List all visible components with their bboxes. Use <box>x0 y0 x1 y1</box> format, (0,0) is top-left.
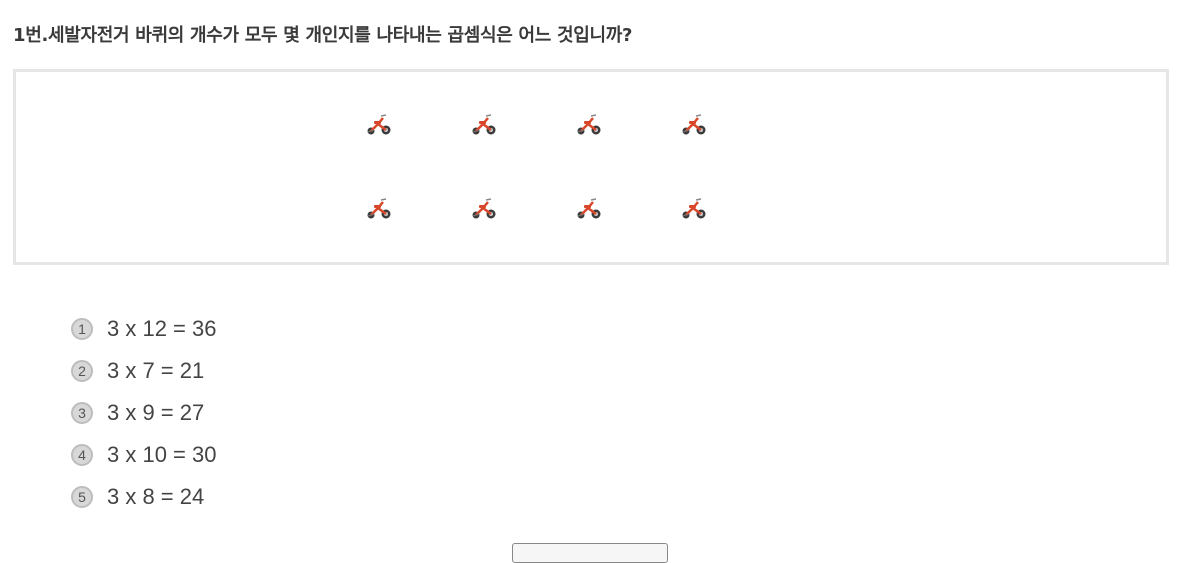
option-text: 3 x 8 = 24 <box>107 484 205 509</box>
option-text: 3 x 12 = 36 <box>107 316 217 341</box>
option-number-badge: 3 <box>71 402 93 424</box>
answer-option-5[interactable]: 5 3 x 8 = 24 <box>71 476 216 518</box>
tricycle-icon <box>471 196 576 226</box>
answer-option-4[interactable]: 4 3 x 10 = 30 <box>71 434 216 476</box>
tricycle-icon <box>366 196 471 226</box>
option-number-badge: 4 <box>71 444 93 466</box>
option-number-badge: 2 <box>71 360 93 382</box>
tricycle-icon <box>681 196 786 226</box>
option-number-badge: 1 <box>71 318 93 340</box>
tricycle-icon <box>366 112 471 142</box>
option-number-badge: 5 <box>71 486 93 508</box>
tricycle-icon <box>576 112 681 142</box>
answer-options: 1 3 x 12 = 36 2 3 x 7 = 21 3 3 x 9 = 27 … <box>71 308 216 518</box>
tricycle-icon <box>681 112 786 142</box>
tricycle-icon <box>471 112 576 142</box>
answer-option-2[interactable]: 2 3 x 7 = 21 <box>71 350 216 392</box>
tricycle-row <box>366 112 786 196</box>
option-text: 3 x 10 = 30 <box>107 442 217 467</box>
tricycle-grid <box>366 112 786 280</box>
option-text: 3 x 9 = 27 <box>107 400 205 425</box>
picture-box <box>13 69 1169 265</box>
tricycle-row <box>366 196 786 280</box>
answer-option-3[interactable]: 3 3 x 9 = 27 <box>71 392 216 434</box>
answer-option-1[interactable]: 1 3 x 12 = 36 <box>71 308 216 350</box>
option-text: 3 x 7 = 21 <box>107 358 205 383</box>
question-title: 1번.세발자전거 바퀴의 개수가 모두 몇 개인지를 나타내는 곱셈식은 어느 … <box>13 25 633 46</box>
submit-button[interactable] <box>512 543 668 563</box>
tricycle-icon <box>576 196 681 226</box>
